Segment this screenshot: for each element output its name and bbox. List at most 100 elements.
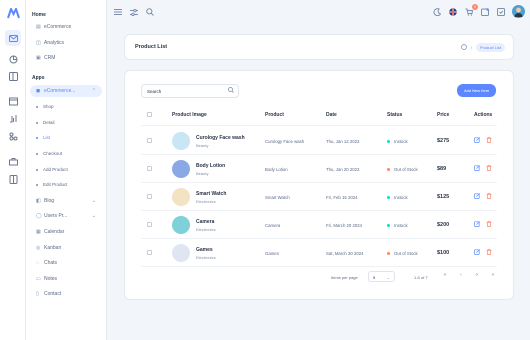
delete-icon[interactable] — [486, 137, 492, 145]
sidebar-subitem-edit-product[interactable]: Edit Product — [36, 182, 68, 187]
product-name: Games — [196, 247, 213, 253]
cart-icon: ▤ — [36, 24, 41, 30]
row-checkbox[interactable] — [147, 166, 152, 171]
last-page-icon[interactable]: » — [488, 272, 498, 278]
layout-icon[interactable] — [7, 70, 19, 82]
avatar[interactable] — [512, 5, 525, 18]
status-dot — [387, 168, 390, 171]
sidebar-subitem-detail[interactable]: Detail — [36, 120, 55, 125]
edit-icon[interactable] — [474, 221, 480, 229]
date-cell: Fri, Feb 15 2024 — [326, 195, 358, 200]
column-header-date: Date — [326, 112, 337, 118]
sidebar-item-label: CRM — [44, 55, 56, 61]
sidebar-item-label: Calendar — [44, 229, 65, 235]
product-image — [172, 244, 190, 262]
row-checkbox[interactable] — [147, 194, 152, 199]
flask-icon[interactable] — [7, 112, 19, 124]
sidebar-subitem-add-product[interactable]: Add Product — [36, 167, 68, 172]
chevron-down-icon: ⌄ — [91, 213, 96, 219]
flag-uk-icon[interactable] — [448, 7, 458, 17]
sidebar-item-ecommerce[interactable]: ▤ eCommerce — [30, 21, 102, 33]
sidebar-item-label: Users Pr... — [44, 213, 68, 219]
subitem-label: Edit Product — [43, 182, 68, 187]
product-category: Electronics — [196, 255, 216, 260]
column-header-status: Status — [387, 112, 403, 118]
row-checkbox[interactable] — [147, 250, 152, 255]
status-text: Out of Stock — [394, 251, 418, 256]
sidebar-item-contact[interactable]: ▯ Contact — [30, 288, 102, 300]
sidebar-subitem-list[interactable]: List — [36, 135, 50, 140]
sidebar-item-kanban[interactable]: ◎ Kanban — [30, 242, 102, 254]
sidebar-item-analytics[interactable]: ◫ Analytics — [30, 37, 102, 49]
sidebar-item-label: Notes — [44, 276, 58, 282]
sidebar-item-notes[interactable]: ▭ Notes — [30, 273, 102, 285]
sidebar-subitem-shop[interactable]: Shop — [36, 104, 54, 109]
product-category: Beauty — [196, 171, 209, 176]
sidebar: Home ▤ eCommerce ◫ Analytics ▣ CRM Apps ◼ eC… — [26, 0, 107, 340]
sidebar-item-users-profile[interactable]: ◯ Users Pr... ⌄ — [30, 210, 102, 222]
book-icon[interactable] — [7, 173, 19, 185]
column-header-product-image: Product Image — [172, 112, 207, 118]
chevron-down-icon: ⌄ — [386, 275, 390, 280]
prev-page-icon[interactable]: ‹ — [456, 272, 466, 278]
add-new-item-button[interactable]: Add New Item — [457, 84, 496, 97]
page-header-card: Product List / Product List — [124, 34, 514, 60]
items-per-page-select[interactable]: 5 ⌄ — [368, 271, 395, 282]
sidebar-item-label: Contact — [44, 291, 62, 297]
sidebar-item-blog[interactable]: ◧ Blog ⌄ — [30, 195, 102, 207]
cart-count-badge: 0 — [472, 4, 478, 10]
cart-icon[interactable]: 0 — [464, 4, 478, 17]
row-checkbox[interactable] — [147, 222, 152, 227]
status-badge: Instock — [387, 223, 408, 228]
grid-icon[interactable] — [496, 7, 506, 17]
column-header-actions: Actions — [474, 112, 493, 118]
home-circle-icon[interactable] — [460, 44, 467, 51]
date-cell: Sat, March 30 2024 — [326, 251, 364, 256]
breadcrumb-separator: / — [470, 45, 472, 50]
next-page-icon[interactable]: › — [472, 272, 482, 278]
delete-icon[interactable] — [486, 193, 492, 201]
sidebar-item-ecommerce-group[interactable]: ◼ eCommerce... ⌃ — [30, 85, 102, 97]
delete-icon[interactable] — [486, 221, 492, 229]
status-dot — [387, 224, 390, 227]
contact-icon: ▯ — [36, 291, 39, 297]
sidebar-item-calendar[interactable]: ▦ Calendar — [30, 226, 102, 238]
menu-icon[interactable] — [113, 7, 123, 17]
moon-icon[interactable] — [432, 7, 442, 17]
sidebar-item-chats[interactable]: ◌ Chats — [30, 257, 102, 269]
delete-icon[interactable] — [486, 249, 492, 257]
sidebar-item-crm[interactable]: ▣ CRM — [30, 52, 102, 64]
product-name: Camera — [196, 219, 215, 225]
brand-logo-icon[interactable] — [7, 6, 20, 22]
edit-icon[interactable] — [474, 249, 480, 257]
adjustments-icon[interactable] — [129, 7, 139, 17]
edit-icon[interactable] — [474, 137, 480, 145]
status-badge: Out of Stock — [387, 167, 418, 172]
product-category: Beauty — [196, 143, 209, 148]
basket-icon[interactable] — [7, 155, 19, 167]
subitem-label: Shop — [43, 104, 54, 109]
first-page-icon[interactable]: « — [440, 272, 450, 278]
mail-icon[interactable] — [5, 30, 21, 46]
select-all-checkbox[interactable] — [147, 112, 152, 117]
table-row: Curology Face wash Beauty Curology Face wa… — [125, 127, 515, 155]
crm-icon: ▣ — [36, 55, 41, 61]
user-icon: ◯ — [36, 213, 42, 219]
delete-icon[interactable] — [486, 165, 492, 173]
search-input[interactable] — [141, 84, 239, 98]
search-icon[interactable] — [145, 7, 155, 17]
page-icon[interactable] — [7, 95, 19, 107]
date-cell: Thu, Jan 12 2023 — [326, 139, 360, 144]
status-badge: Instock — [387, 139, 408, 144]
row-checkbox[interactable] — [147, 138, 152, 143]
edit-icon[interactable] — [474, 165, 480, 173]
table-row: Games Electronics Games Sat, March 30 2024 O… — [125, 239, 515, 267]
status-text: Instock — [394, 195, 408, 200]
edit-icon[interactable] — [474, 193, 480, 201]
sidebar-subitem-checkout[interactable]: Checkout — [36, 151, 62, 156]
product-cell: Curology Face wash — [265, 139, 305, 144]
kanban-icon: ◎ — [36, 245, 41, 251]
chart-pie-icon[interactable] — [7, 53, 19, 65]
notification-icon[interactable] — [480, 7, 490, 17]
apps-icon[interactable] — [7, 130, 19, 142]
